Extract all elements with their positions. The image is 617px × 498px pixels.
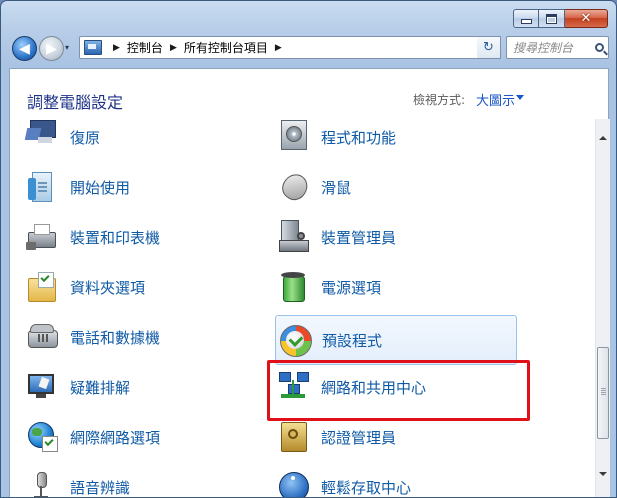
item-label: 輕鬆存取中心 — [321, 478, 412, 497]
list-item[interactable]: 開始使用 — [26, 167, 130, 207]
scrollbar-thumb[interactable] — [597, 347, 609, 439]
content-pane: 調整電腦設定 檢視方式: 大圖示 復原 開始使用 裝置和印表機 資料夾選項 電話… — [9, 68, 610, 497]
breadcrumb-control-panel[interactable]: 控制台 — [127, 39, 163, 56]
list-item[interactable]: 語音辨識 — [26, 467, 131, 497]
list-item[interactable]: 資料夾選項 — [26, 267, 145, 307]
list-item[interactable]: 輕鬆存取中心 — [277, 467, 412, 497]
credential-manager-icon — [277, 420, 311, 454]
item-label: 裝置管理員 — [321, 228, 397, 247]
speech-recognition-icon — [26, 470, 60, 497]
view-by-label: 檢視方式: — [413, 93, 466, 107]
item-label: 程式和功能 — [321, 128, 397, 147]
list-item[interactable]: 程式和功能 — [277, 119, 396, 157]
control-panel-icon — [84, 40, 102, 55]
forward-button[interactable]: ▶ — [39, 36, 64, 61]
list-item[interactable]: 裝置和印表機 — [26, 217, 160, 257]
list-item[interactable]: 疑難排解 — [26, 367, 130, 407]
list-item[interactable]: 復原 — [24, 119, 101, 157]
refresh-icon: ↻ — [483, 40, 494, 55]
view-by-dropdown[interactable]: 大圖示 — [476, 90, 515, 109]
list-item[interactable]: 電話和數據機 — [26, 317, 160, 357]
minimize-button[interactable] — [513, 9, 539, 28]
page-title: 調整電腦設定 — [27, 93, 124, 112]
search-box[interactable] — [506, 36, 609, 59]
list-item[interactable]: 滑鼠 — [277, 167, 351, 207]
scroll-up-button[interactable] — [596, 131, 610, 145]
breadcrumb-separator-icon[interactable]: ▶ — [113, 43, 120, 53]
back-button[interactable]: ◀ — [12, 36, 37, 61]
back-arrow-icon: ◀ — [19, 40, 30, 57]
folder-options-icon — [26, 270, 60, 304]
breadcrumb-separator-icon[interactable]: ▶ — [170, 43, 177, 53]
list-item[interactable]: 裝置管理員 — [277, 217, 396, 257]
forward-arrow-icon: ▶ — [46, 40, 57, 57]
recent-pages-dropdown[interactable]: ▾ — [65, 43, 69, 52]
item-label: 開始使用 — [70, 178, 131, 197]
search-input[interactable] — [513, 40, 591, 55]
item-label: 電話和數據機 — [70, 328, 161, 347]
annotation-highlight-box — [267, 360, 530, 421]
item-label: 資料夾選項 — [70, 278, 146, 297]
internet-options-icon — [26, 420, 60, 454]
scroll-down-button[interactable] — [596, 467, 610, 481]
list-item-selected[interactable]: 預設程式 — [275, 315, 517, 365]
phone-modem-icon — [26, 320, 60, 354]
list-item[interactable]: 電源選項 — [277, 267, 381, 307]
close-icon: ✕ — [580, 11, 592, 26]
vertical-scrollbar[interactable] — [595, 119, 610, 497]
address-bar[interactable]: ▶ 控制台 ▶ 所有控制台項目 ▶ ▾ — [79, 36, 500, 59]
troubleshooting-icon — [26, 370, 60, 404]
recovery-icon — [24, 120, 60, 154]
maximize-icon — [546, 13, 557, 24]
list-item[interactable]: 網際網路選項 — [26, 417, 160, 457]
item-label: 滑鼠 — [321, 178, 352, 197]
item-label: 認證管理員 — [321, 428, 397, 447]
mouse-icon — [277, 169, 313, 205]
getting-started-icon — [26, 170, 60, 204]
chevron-up-icon — [599, 136, 607, 140]
item-label: 疑難排解 — [70, 378, 131, 397]
item-label: 網際網路選項 — [70, 428, 161, 447]
close-button[interactable]: ✕ — [565, 9, 608, 28]
maximize-button[interactable] — [539, 9, 565, 28]
programs-features-icon — [277, 120, 311, 154]
item-label: 預設程式 — [322, 331, 383, 350]
item-label: 語音辨識 — [70, 478, 131, 497]
ease-of-access-icon — [277, 470, 311, 497]
control-panel-items: 復原 開始使用 裝置和印表機 資料夾選項 電話和數據機 疑難排解 網際網路選項 … — [10, 119, 595, 497]
breadcrumb-separator-icon[interactable]: ▶ — [275, 43, 282, 53]
device-manager-icon — [277, 220, 311, 254]
list-item[interactable]: 認證管理員 — [277, 417, 396, 457]
breadcrumb-all-items[interactable]: 所有控制台項目 — [184, 39, 268, 56]
item-label: 復原 — [70, 128, 101, 147]
search-icon[interactable] — [595, 43, 604, 52]
item-label: 電源選項 — [321, 278, 382, 297]
devices-printers-icon — [26, 220, 60, 254]
default-programs-icon — [278, 323, 312, 357]
item-label: 裝置和印表機 — [70, 228, 161, 247]
control-panel-window: ✕ ◀ ▶ ▾ ▶ 控制台 ▶ 所有控制台項目 ▶ ▾ ↻ 調整電腦設定 檢視方… — [0, 0, 617, 498]
caption-buttons: ✕ — [513, 9, 608, 28]
chevron-down-icon — [599, 472, 607, 476]
chevron-down-icon[interactable] — [516, 95, 524, 100]
minimize-icon — [520, 19, 532, 24]
power-options-icon — [277, 270, 311, 304]
refresh-button[interactable]: ↻ — [477, 36, 501, 59]
